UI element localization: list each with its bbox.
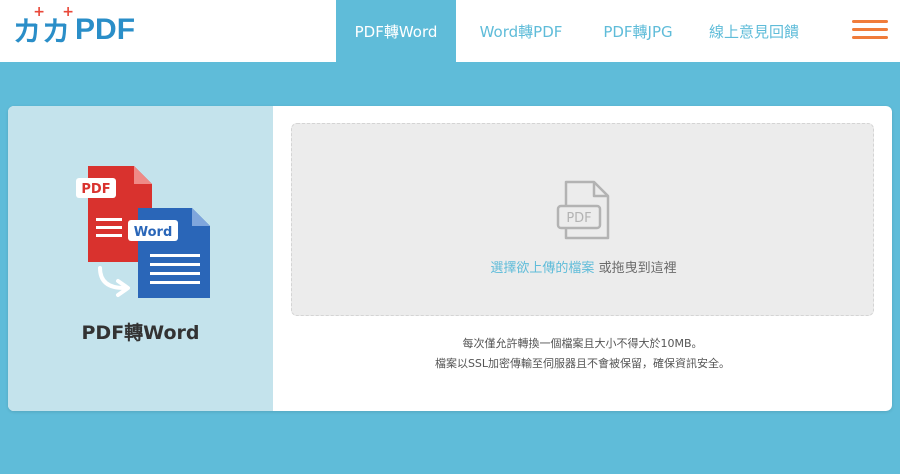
nav-item-word-to-pdf[interactable]: Word轉PDF xyxy=(456,0,586,62)
pdf-file-icon: PDF xyxy=(556,180,610,240)
size-limit-note: 每次僅允許轉換一個檔案且大小不得大於10MB。 xyxy=(462,337,703,350)
pdf-badge-text: PDF xyxy=(81,182,110,197)
converter-card: PDF Word PDF轉Word PDF 選擇欲上傳的檔案 或拖曳到這裡 每次… xyxy=(8,106,892,411)
logo-text: PDF xyxy=(75,13,136,46)
pdf-file-icon-label: PDF xyxy=(566,211,591,226)
main-nav: PDF轉Word Word轉PDF PDF轉JPG 線上意見回饋 xyxy=(336,0,818,62)
header: カ + カ + PDF PDF轉Word Word轉PDF PDF轉JPG 線上意見… xyxy=(0,0,900,62)
logo-glyphs: カ + カ + xyxy=(13,4,74,50)
hamburger-bar xyxy=(852,36,888,39)
logo[interactable]: カ + カ + PDF xyxy=(13,4,136,48)
drag-here-text: 或拖曳到這裡 xyxy=(598,261,677,276)
hamburger-menu-icon[interactable] xyxy=(852,20,888,40)
logo-glyph-2: カ + xyxy=(42,4,74,50)
select-file-link[interactable]: 選擇欲上傳的檔案 xyxy=(490,261,594,276)
hamburger-bar xyxy=(852,20,888,23)
dropzone-instruction: 選擇欲上傳的檔案 或拖曳到這裡 xyxy=(292,257,875,276)
nav-item-pdf-to-jpg[interactable]: PDF轉JPG xyxy=(586,0,690,62)
file-dropzone[interactable]: PDF 選擇欲上傳的檔案 或拖曳到這裡 xyxy=(291,123,874,316)
logo-plus-mark: + xyxy=(62,4,74,20)
tool-title: PDF轉Word xyxy=(81,322,200,344)
pdf-to-word-icon: PDF Word xyxy=(76,166,210,298)
tool-panel: PDF Word PDF轉Word xyxy=(8,106,273,411)
hamburger-bar xyxy=(852,28,888,31)
logo-glyph-1: カ + xyxy=(13,4,45,50)
nav-item-pdf-to-word[interactable]: PDF轉Word xyxy=(336,0,456,62)
security-note: 檔案以SSL加密傳輸至伺服器且不會被保留，確保資訊安全。 xyxy=(434,357,731,370)
upload-notes: 每次僅允許轉換一個檔案且大小不得大於10MB。 檔案以SSL加密傳輸至伺服器且不… xyxy=(291,334,874,374)
word-badge-text: Word xyxy=(134,225,173,240)
nav-item-feedback[interactable]: 線上意見回饋 xyxy=(690,0,818,62)
